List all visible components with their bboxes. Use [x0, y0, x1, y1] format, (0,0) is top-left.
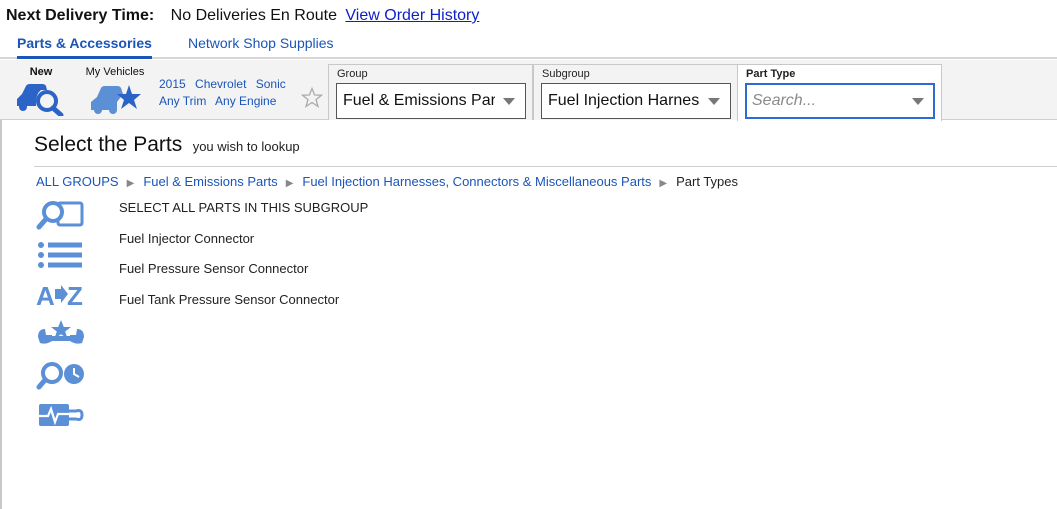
a-to-z-icon[interactable]: A Z: [36, 280, 86, 308]
group-select[interactable]: Fuel & Emissions Parts: [336, 83, 526, 119]
my-vehicles-button[interactable]: My Vehicles: [82, 66, 148, 116]
title-divider: [34, 166, 1057, 167]
svg-text:Z: Z: [67, 281, 83, 308]
main-content: Select the Parts you wish to lookup ALL …: [0, 120, 1057, 509]
new-vehicle-label: New: [29, 66, 53, 78]
group-panel: Group Fuel & Emissions Parts: [328, 64, 533, 120]
part-type-search-input[interactable]: [746, 84, 896, 118]
part-type-label: Part Type: [746, 68, 796, 80]
vehicle-trim[interactable]: Any Trim: [159, 94, 206, 108]
breadcrumb-current: Part Types: [676, 174, 738, 189]
tab-parts-accessories[interactable]: Parts & Accessories: [17, 35, 152, 59]
part-type-list: SELECT ALL PARTS IN THIS SUBGROUP Fuel I…: [119, 200, 368, 322]
vehicle-model[interactable]: Sonic: [256, 77, 286, 91]
subgroup-select-value: Fuel Injection Harnesses, Connectors & M…: [548, 92, 700, 109]
selected-vehicle: 2015 Chevrolet Sonic Any Trim Any Engine: [159, 76, 292, 110]
breadcrumb-subgroup[interactable]: Fuel Injection Harnesses, Connectors & M…: [302, 174, 651, 189]
list-item[interactable]: Fuel Pressure Sensor Connector: [119, 261, 368, 292]
breadcrumb: ALL GROUPS ▶ Fuel & Emissions Parts ▶ Fuel I…: [36, 174, 738, 189]
breadcrumb-arrow-icon: ▶: [126, 178, 135, 189]
view-mode-icons: A Z: [36, 200, 86, 442]
group-label: Group: [337, 68, 368, 80]
part-type-combobox[interactable]: [745, 83, 935, 119]
vehicle-toolbar: New My Vehicles 2015 Chevrolet Sonic Any…: [0, 60, 1057, 121]
page-title-text: Select the Parts: [34, 133, 183, 156]
diagnostic-icon[interactable]: [36, 401, 86, 431]
subgroup-panel: Subgroup Fuel Injection Harnesses, Conne…: [533, 64, 738, 120]
breadcrumb-group[interactable]: Fuel & Emissions Parts: [143, 174, 277, 189]
breadcrumb-all-groups[interactable]: ALL GROUPS: [36, 174, 119, 189]
chevron-down-icon[interactable]: [912, 98, 924, 105]
part-type-panel: Part Type: [737, 64, 942, 121]
car-star-icon: [91, 85, 141, 114]
search-time-icon[interactable]: [36, 360, 86, 390]
breadcrumb-arrow-icon: ▶: [659, 178, 668, 189]
vehicle-make[interactable]: Chevrolet: [195, 77, 246, 91]
view-order-history-link[interactable]: View Order History: [345, 7, 479, 24]
chevron-down-icon: [708, 98, 720, 105]
vehicle-engine[interactable]: Any Engine: [215, 94, 276, 108]
my-vehicles-label: My Vehicles: [85, 66, 145, 78]
tab-bar: Parts & Accessories Network Shop Supplie…: [0, 33, 1057, 59]
svg-text:A: A: [36, 281, 55, 308]
delivery-label: Next Delivery Time:: [6, 7, 155, 24]
list-item[interactable]: Fuel Tank Pressure Sensor Connector: [119, 292, 368, 323]
select-all-parts-item[interactable]: SELECT ALL PARTS IN THIS SUBGROUP: [119, 200, 368, 231]
page-title: Select the Parts you wish to lookup: [34, 133, 300, 157]
chevron-down-icon: [503, 98, 515, 105]
tools-star-icon[interactable]: [36, 319, 86, 349]
favorite-star-icon[interactable]: [301, 87, 323, 109]
tab-network-shop-supplies[interactable]: Network Shop Supplies: [188, 35, 334, 56]
car-search-icon: [17, 84, 64, 116]
breadcrumb-arrow-icon: ▶: [285, 178, 294, 189]
list-item[interactable]: Fuel Injector Connector: [119, 231, 368, 262]
delivery-value: No Deliveries En Route: [170, 7, 337, 24]
page-subtitle: you wish to lookup: [192, 139, 300, 154]
list-icon[interactable]: [36, 241, 86, 269]
subgroup-label: Subgroup: [542, 68, 590, 80]
subgroup-select[interactable]: Fuel Injection Harnesses, Connectors & M…: [541, 83, 731, 119]
group-select-value: Fuel & Emissions Parts: [343, 92, 495, 109]
new-vehicle-button[interactable]: New: [14, 66, 68, 116]
search-parts-icon[interactable]: [36, 200, 86, 230]
delivery-bar: Next Delivery Time: No Deliveries En Rou…: [6, 7, 479, 25]
vehicle-year[interactable]: 2015: [159, 77, 186, 91]
